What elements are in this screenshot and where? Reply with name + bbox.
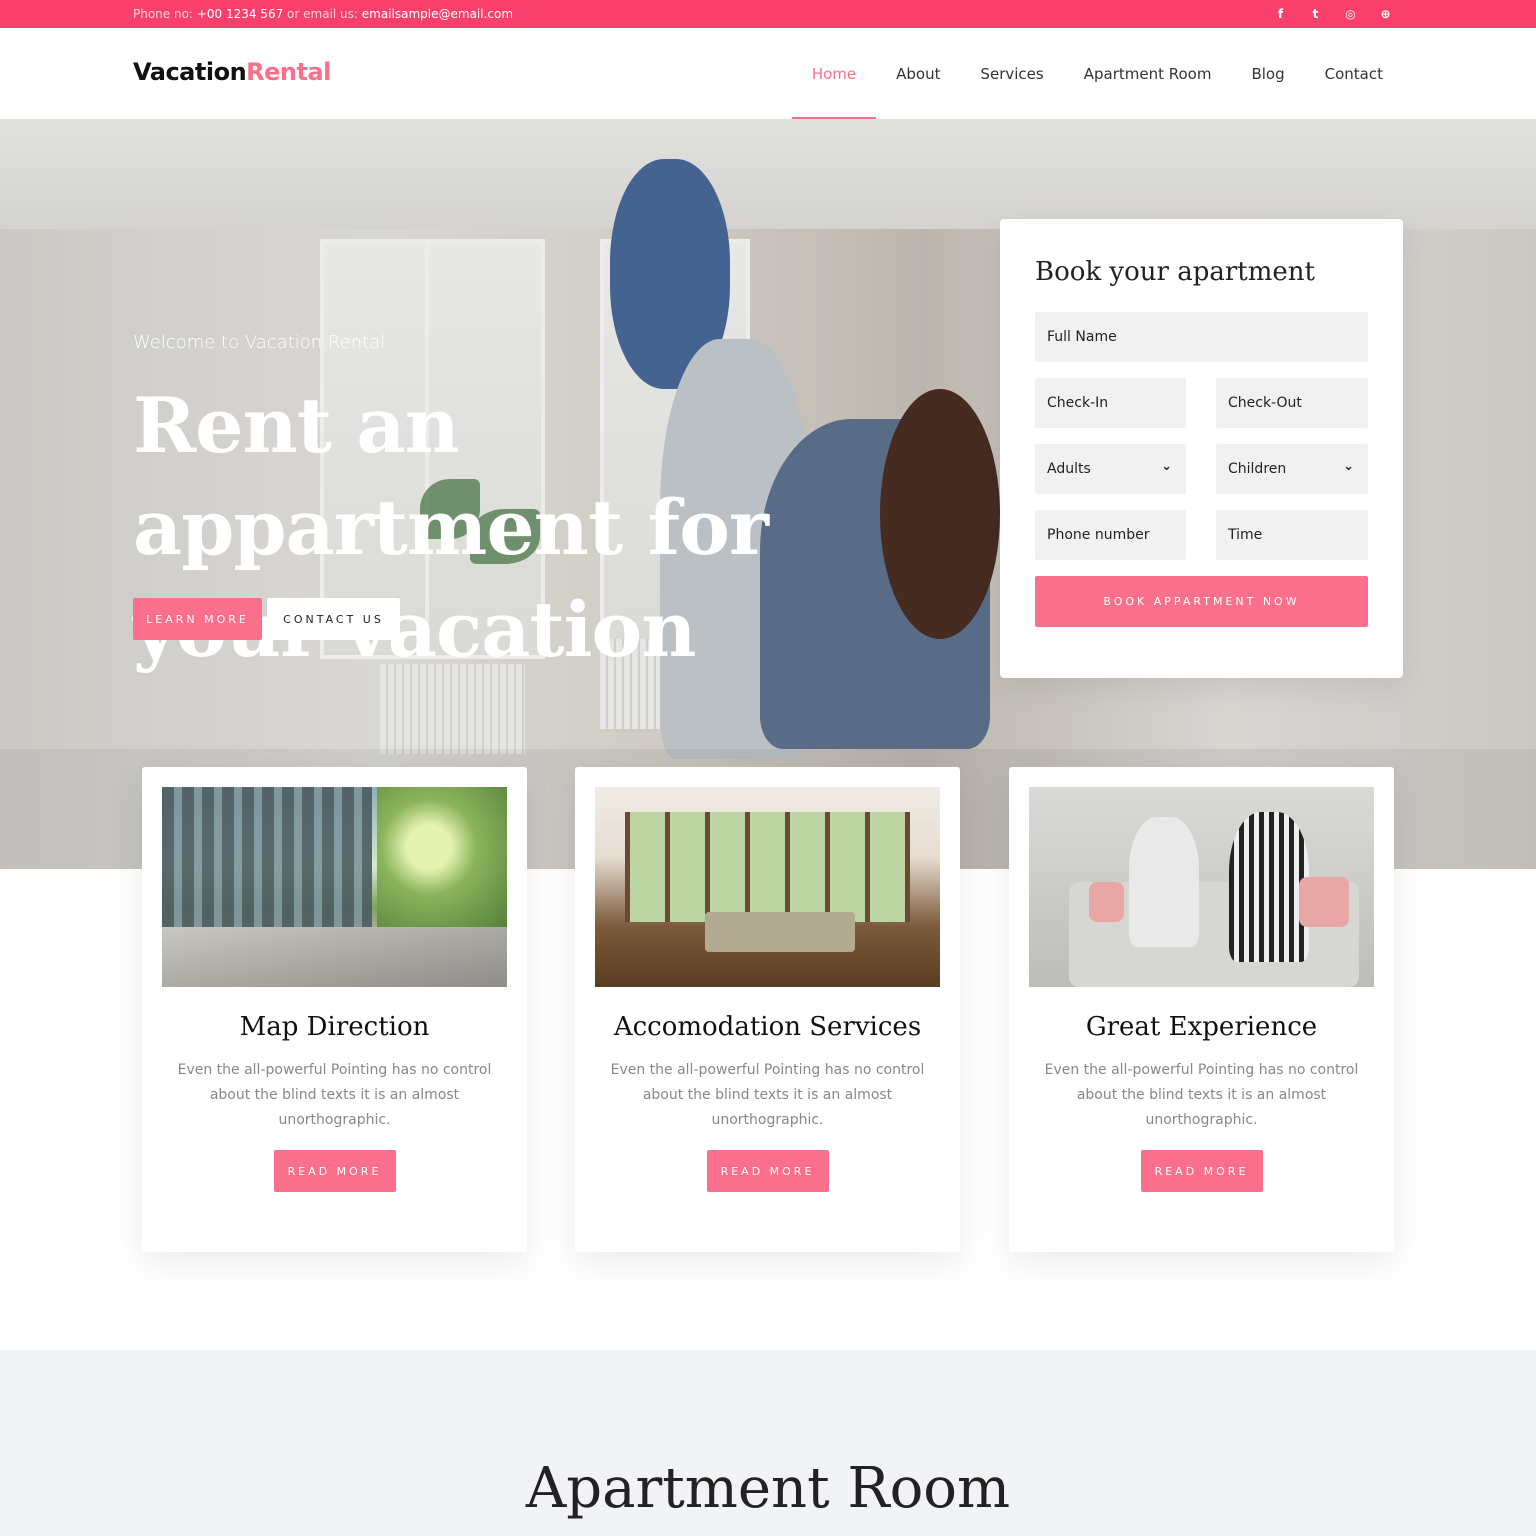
check-out-field[interactable]: Check-Out (1216, 378, 1368, 428)
section-heading: Apartment Room (525, 1456, 1011, 1521)
booking-form: Book your apartment Full Name Check-In C… (1000, 219, 1403, 678)
card-description: Even the all-powerful Pointing has no co… (177, 1062, 492, 1128)
hero-welcome-text: Welcome to Vacation Rental (133, 332, 386, 353)
nav-item-contact[interactable]: Contact (1305, 28, 1403, 119)
twitter-icon[interactable]: t (1307, 5, 1324, 22)
phone-placeholder: Phone number (1047, 527, 1150, 543)
children-label: Children (1228, 461, 1287, 477)
check-in-field[interactable]: Check-In (1035, 378, 1186, 428)
adults-select[interactable]: Adults ⌄ (1035, 444, 1186, 494)
time-field[interactable]: Time (1216, 510, 1368, 560)
card-image-city-street (162, 787, 507, 987)
site-logo[interactable]: VacationRental (133, 58, 331, 86)
site-header: VacationRental Home About Services Apart… (0, 28, 1536, 119)
read-more-button[interactable]: READ MORE (706, 1150, 829, 1192)
full-name-placeholder: Full Name (1047, 329, 1117, 345)
logo-part-2: Rental (246, 58, 331, 86)
social-links: f t ◎ ⊕ (1272, 5, 1394, 22)
card-description: Even the all-powerful Pointing has no co… (1044, 1062, 1359, 1128)
contact-info: Phone no: +00 1234 567 or email us: emai… (133, 7, 513, 21)
card-title: Great Experience (1085, 1012, 1318, 1042)
time-placeholder: Time (1228, 527, 1263, 543)
nav-item-home[interactable]: Home (791, 28, 877, 119)
children-select[interactable]: Children ⌄ (1216, 444, 1368, 494)
adults-label: Adults (1047, 461, 1091, 477)
contact-us-button[interactable]: CONTACT US (267, 598, 400, 640)
phone-label: Phone no: (133, 7, 193, 21)
top-bar: Phone no: +00 1234 567 or email us: emai… (0, 0, 1536, 28)
full-name-field[interactable]: Full Name (1035, 312, 1368, 362)
nav-item-blog[interactable]: Blog (1231, 28, 1304, 119)
book-apartment-button[interactable]: BOOK APPARTMENT NOW (1035, 576, 1368, 627)
email-address[interactable]: emailsample@email.com (362, 7, 513, 21)
instagram-icon[interactable]: ◎ (1342, 5, 1359, 22)
card-title: Map Direction (239, 1012, 430, 1042)
service-card-map-direction: Map Direction Even the all-powerful Poin… (142, 767, 527, 1252)
main-nav: Home About Services Apartment Room Blog … (791, 28, 1403, 119)
nav-item-about[interactable]: About (876, 28, 960, 119)
read-more-button[interactable]: READ MORE (273, 1150, 396, 1192)
chevron-down-icon: ⌄ (1161, 459, 1172, 474)
service-card-accomodation: Accomodation Services Even the all-power… (575, 767, 960, 1252)
phone-number-field[interactable]: Phone number (1035, 510, 1186, 560)
email-label: or email us: (287, 7, 358, 21)
check-out-placeholder: Check-Out (1228, 395, 1302, 411)
nav-item-apartment-room[interactable]: Apartment Room (1064, 28, 1232, 119)
nav-item-services[interactable]: Services (960, 28, 1063, 119)
card-title: Accomodation Services (613, 1012, 922, 1042)
booking-title: Book your apartment (1035, 257, 1315, 287)
chevron-down-icon: ⌄ (1343, 459, 1354, 474)
card-image-living-room (595, 787, 940, 987)
logo-part-1: Vacation (133, 58, 247, 86)
service-card-great-experience: Great Experience Even the all-powerful P… (1009, 767, 1394, 1252)
phone-number[interactable]: +00 1234 567 (197, 7, 283, 21)
check-in-placeholder: Check-In (1047, 395, 1109, 411)
card-description: Even the all-powerful Pointing has no co… (610, 1062, 925, 1128)
read-more-button[interactable]: READ MORE (1140, 1150, 1263, 1192)
facebook-icon[interactable]: f (1272, 5, 1289, 22)
dribbble-icon[interactable]: ⊕ (1377, 5, 1394, 22)
learn-more-button[interactable]: LEARN MORE (133, 598, 262, 640)
card-image-family-sofa (1029, 787, 1374, 987)
apartment-room-section: Apartment Room (0, 1350, 1536, 1536)
